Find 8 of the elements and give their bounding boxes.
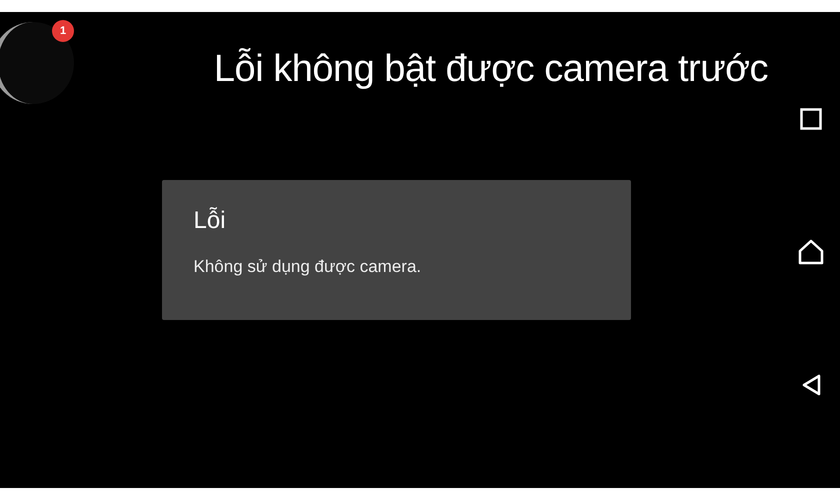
dialog-message: Không sử dụng được camera. xyxy=(194,256,422,278)
notification-badge: 1 xyxy=(52,20,74,42)
dialog-title: Lỗi xyxy=(194,206,227,236)
back-icon[interactable] xyxy=(801,374,821,396)
floating-bubble[interactable] xyxy=(0,22,74,104)
home-icon[interactable] xyxy=(798,239,824,265)
recents-icon[interactable] xyxy=(800,108,822,130)
caption-title: Lỗi không bật được camera trước xyxy=(214,50,768,88)
